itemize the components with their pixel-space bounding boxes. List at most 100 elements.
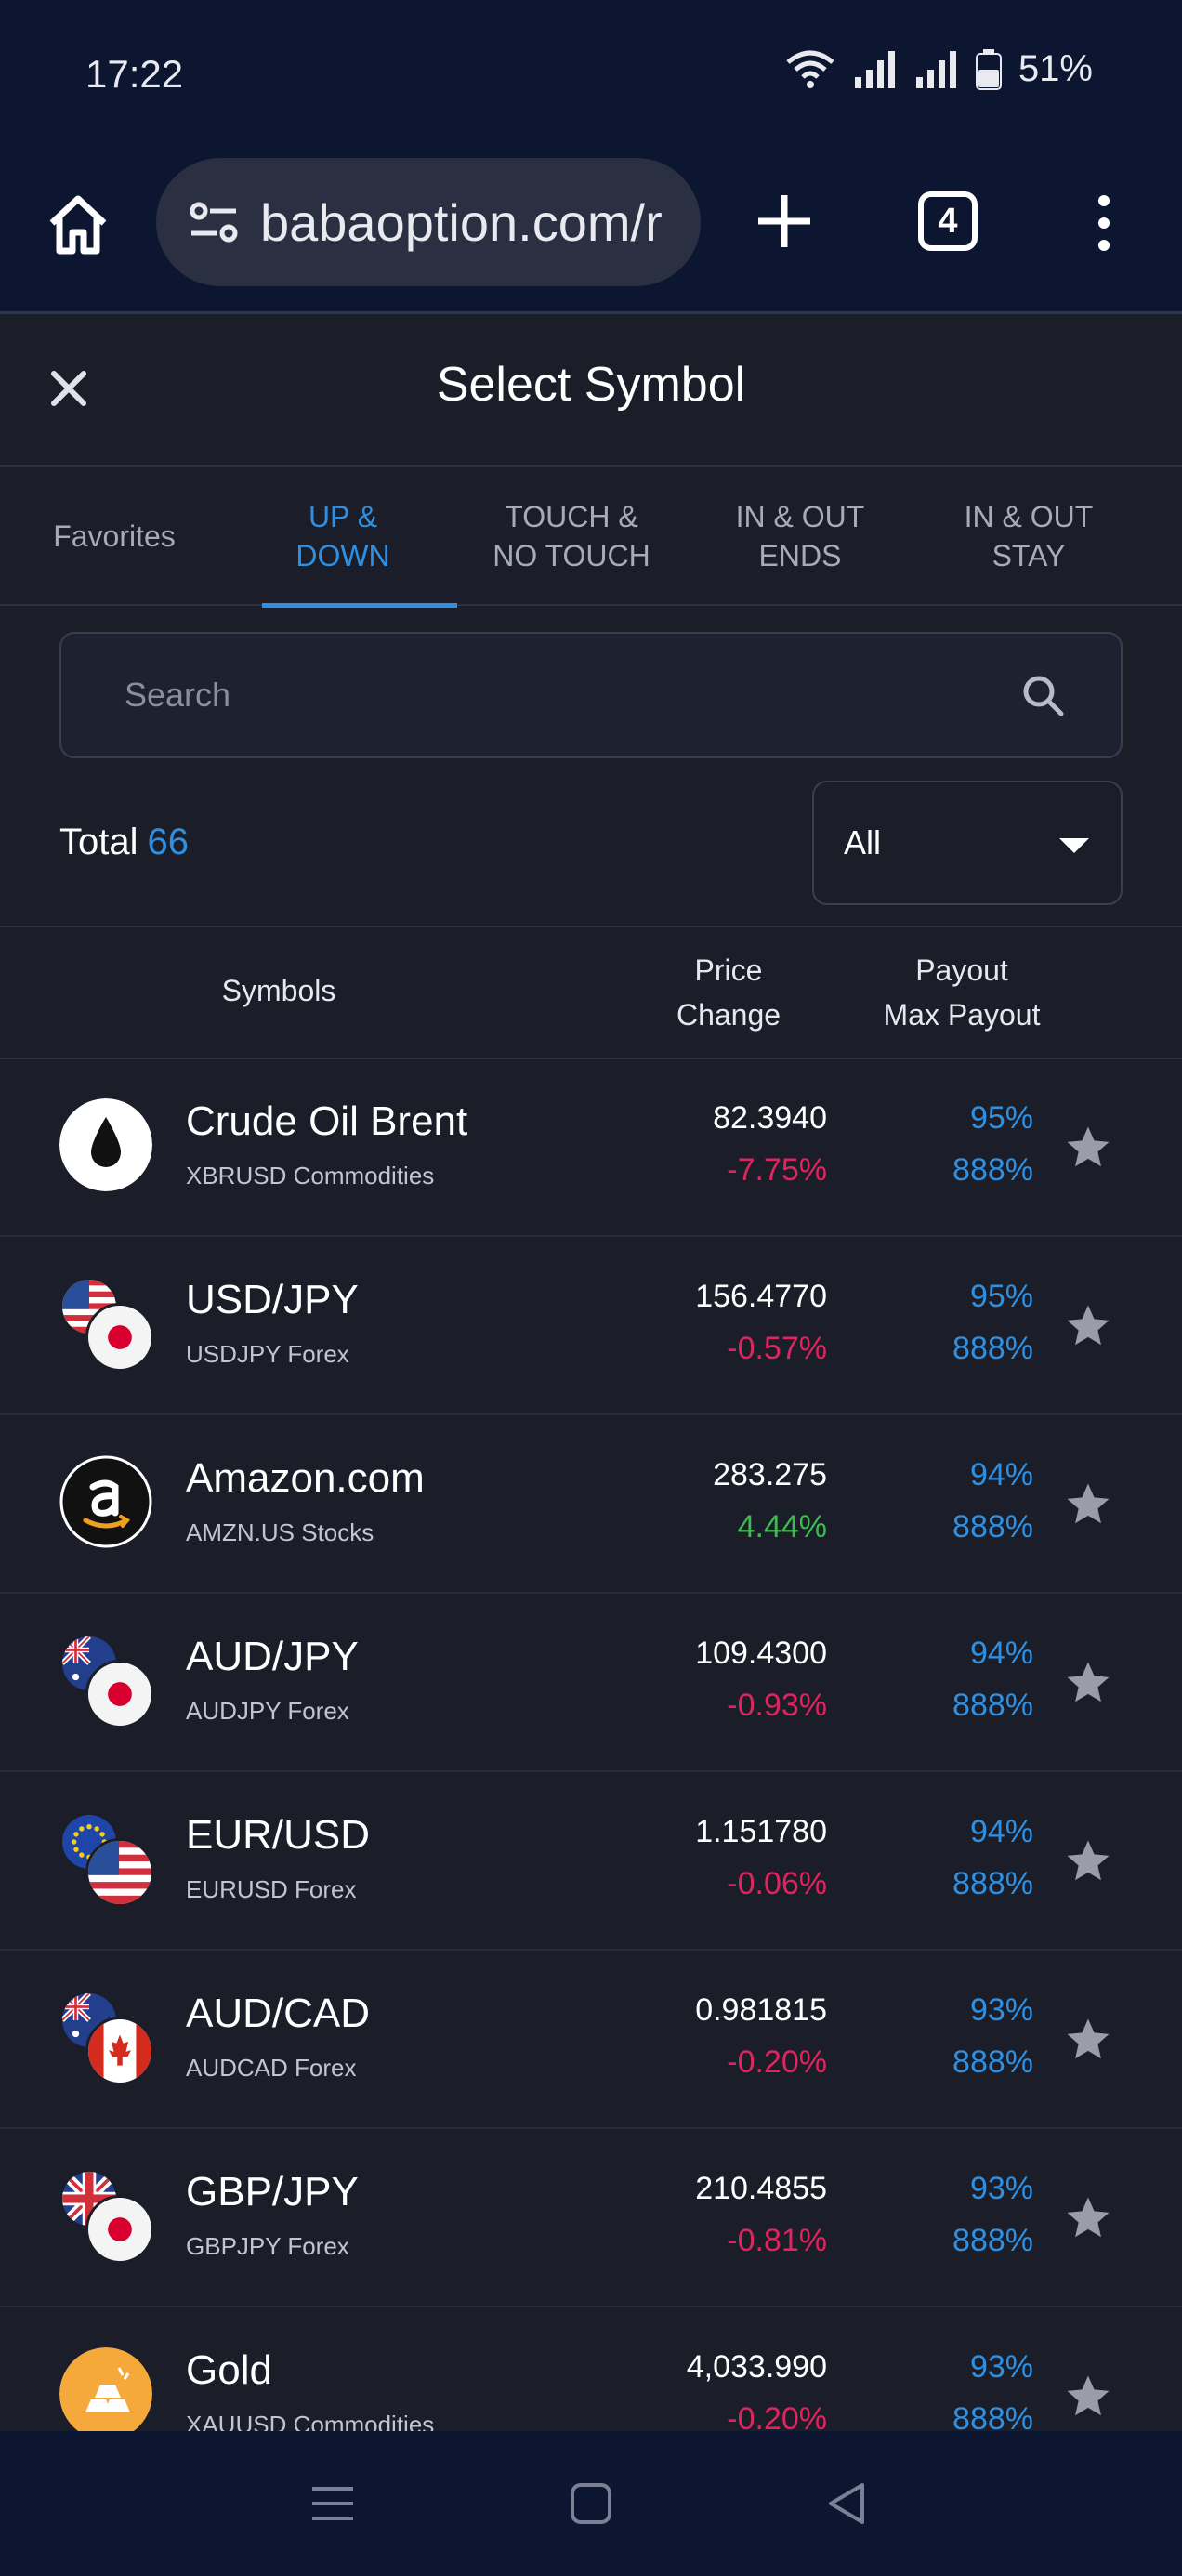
column-header-max-payout: Max Payout (883, 998, 1041, 1032)
symbol-code-category: USDJPY Forex (186, 1340, 349, 1368)
symbol-row[interactable]: Amazon.com AMZN.US Stocks 283.275 4.44% … (0, 1416, 1182, 1594)
tab-in-out-ends[interactable]: IN & OUT ENDS (686, 467, 914, 606)
search-input[interactable] (125, 634, 961, 756)
symbol-row[interactable]: AUD/CAD AUDCAD Forex 0.981815 -0.20% 93%… (0, 1952, 1182, 2129)
tab-favorites[interactable]: Favorites (0, 467, 229, 606)
gold-bars-icon (59, 2347, 156, 2431)
japan-flag-icon (85, 1303, 154, 1372)
amazon-logo-icon (59, 1455, 156, 1552)
tab-in-out-stay[interactable]: IN & OUT STAY (914, 467, 1143, 606)
symbol-payout: 94% (969, 1814, 1033, 1849)
column-header-price: Price (694, 953, 763, 987)
tab-up-down[interactable]: UP & DOWN (229, 467, 457, 608)
symbol-row[interactable]: AUD/JPY AUDJPY Forex 109.4300 -0.93% 94%… (0, 1595, 1182, 1772)
symbol-name: USD/JPY (186, 1277, 359, 1322)
symbol-price: 0.981815 (695, 1992, 827, 2028)
system-nav-bar (0, 2431, 1182, 2576)
symbol-row[interactable]: Gold XAUUSD Commodities 4,033.990 -0.20%… (0, 2308, 1182, 2431)
column-header-price-change: Price Change (650, 948, 807, 1037)
symbol-row[interactable]: GBP/JPY GBPJPY Forex 210.4855 -0.81% 93%… (0, 2130, 1182, 2307)
filter-selected-value: All (844, 823, 882, 861)
option-type-tabs: Favorites UP & DOWN TOUCH & NO TOUCH IN … (0, 467, 1182, 608)
symbol-price: 210.4855 (695, 2171, 827, 2206)
total-label: Total (59, 821, 138, 862)
symbol-list: Crude Oil Brent XBRUSD Commodities 82.39… (0, 1059, 1182, 2431)
currency-pair-flags (59, 2169, 156, 2266)
caret-down-icon (1059, 838, 1089, 853)
symbol-name: AUD/CAD (186, 1991, 371, 2036)
symbol-change: -0.20% (727, 2044, 827, 2080)
url-text: babaoption.com/r (260, 192, 663, 252)
symbol-payout: 94% (969, 1457, 1033, 1492)
symbol-max-payout: 888% (952, 2401, 1033, 2431)
star-icon[interactable] (1063, 2015, 1113, 2065)
tab-switcher-button[interactable]: 4 (918, 191, 978, 251)
symbol-price: 283.275 (713, 1457, 827, 1492)
symbol-payout: 93% (969, 1992, 1033, 2028)
symbol-name: AUD/JPY (186, 1634, 359, 1679)
symbol-row[interactable]: Crude Oil Brent XBRUSD Commodities 82.39… (0, 1059, 1182, 1237)
plus-icon[interactable] (751, 188, 818, 255)
back-icon[interactable] (821, 2477, 873, 2530)
symbol-change: -0.20% (727, 2401, 827, 2431)
symbol-change: 4.44% (737, 1509, 827, 1544)
recent-apps-icon[interactable] (307, 2477, 359, 2530)
japan-flag-icon (85, 1660, 154, 1728)
star-icon[interactable] (1063, 2372, 1113, 2422)
search-box (59, 632, 1123, 758)
symbol-price: 109.4300 (695, 1636, 827, 1671)
symbol-row[interactable]: USD/JPY USDJPY Forex 156.4770 -0.57% 95%… (0, 1238, 1182, 1415)
currency-pair-flags (59, 1634, 156, 1730)
browser-toolbar: babaoption.com/r 4 (0, 149, 1182, 314)
star-icon[interactable] (1063, 1301, 1113, 1351)
symbol-max-payout: 888% (952, 1331, 1033, 1366)
site-settings-icon[interactable] (186, 194, 242, 250)
symbol-row[interactable]: EUR/USD EURUSD Forex 1.151780 -0.06% 94%… (0, 1773, 1182, 1951)
star-icon[interactable] (1063, 1658, 1113, 1708)
symbol-max-payout: 888% (952, 2223, 1033, 2258)
symbol-max-payout: 888% (952, 1866, 1033, 1901)
battery-icon (975, 48, 1002, 90)
tab-count: 4 (938, 201, 958, 241)
symbol-payout: 93% (969, 2171, 1033, 2206)
modal-header: Select Symbol (0, 314, 1182, 467)
status-icons: 51% (784, 48, 1093, 90)
symbol-code-category: AUDCAD Forex (186, 2054, 357, 2082)
symbol-code-category: GBPJPY Forex (186, 2232, 349, 2260)
more-menu-icon[interactable] (1082, 190, 1126, 256)
symbol-price: 82.3940 (713, 1100, 827, 1136)
symbol-max-payout: 888% (952, 2044, 1033, 2080)
symbol-name: EUR/USD (186, 1812, 371, 1858)
symbol-max-payout: 888% (952, 1152, 1033, 1188)
symbol-payout: 95% (969, 1100, 1033, 1136)
category-filter-dropdown[interactable]: All (812, 781, 1123, 905)
japan-flag-icon (85, 2195, 154, 2264)
symbol-price: 1.151780 (695, 1814, 827, 1849)
us-flag-icon (85, 1838, 154, 1907)
symbol-code-category: XAUUSD Commodities (186, 2411, 435, 2431)
star-icon[interactable] (1063, 1836, 1113, 1886)
star-icon[interactable] (1063, 2193, 1113, 2243)
column-headers: Symbols Price Change Payout Max Payout (0, 926, 1182, 1059)
oil-drop-icon (59, 1098, 156, 1195)
address-bar[interactable]: babaoption.com/r (156, 158, 701, 286)
symbol-code-category: AMZN.US Stocks (186, 1518, 374, 1546)
home-nav-icon[interactable] (565, 2477, 617, 2530)
currency-pair-flags (59, 1991, 156, 2087)
battery-level: 51% (1018, 48, 1093, 89)
symbol-code-category: EURUSD Forex (186, 1875, 357, 1903)
star-icon[interactable] (1063, 1123, 1113, 1173)
symbol-price: 4,033.990 (686, 2349, 827, 2385)
column-header-change: Change (676, 998, 781, 1032)
symbol-price: 156.4770 (695, 1279, 827, 1314)
signal-icon-2 (915, 50, 956, 88)
column-header-payout-label: Payout (915, 953, 1008, 987)
home-icon[interactable] (45, 191, 112, 258)
star-icon[interactable] (1063, 1479, 1113, 1530)
symbol-name: Crude Oil Brent (186, 1098, 468, 1144)
signal-icon (854, 50, 895, 88)
tab-touch-no-touch[interactable]: TOUCH & NO TOUCH (457, 467, 686, 606)
currency-pair-flags (59, 1277, 156, 1373)
search-icon[interactable] (1020, 673, 1065, 717)
symbol-payout: 93% (969, 2349, 1033, 2385)
